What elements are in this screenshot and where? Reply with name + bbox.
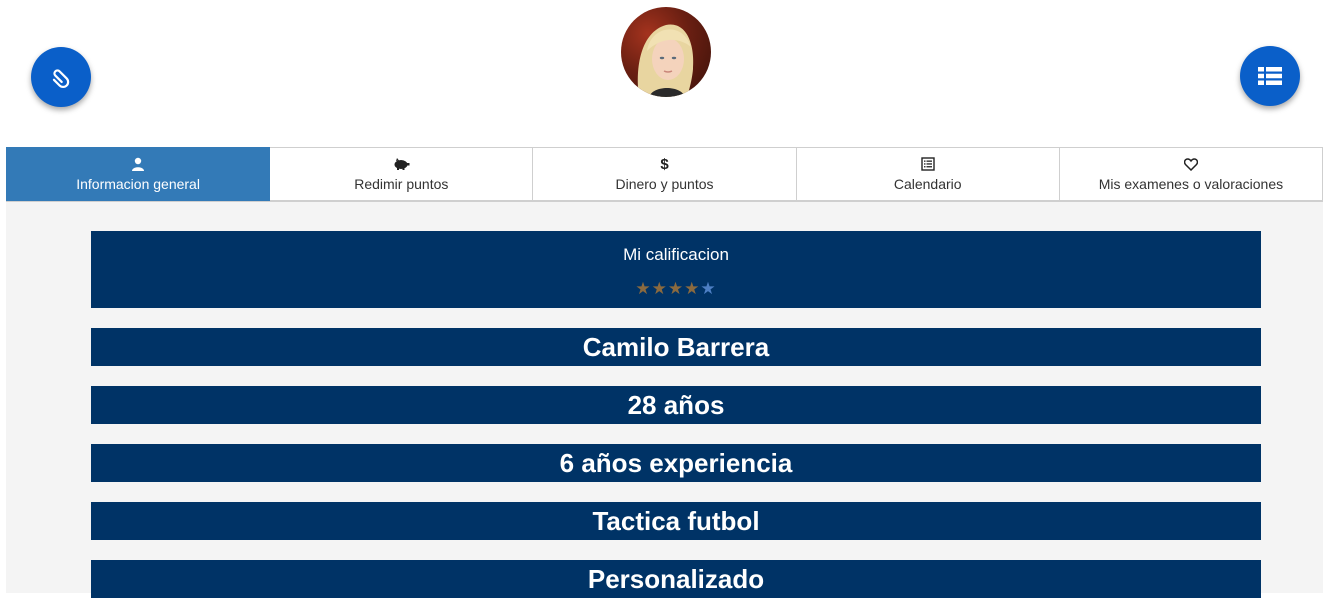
menu-list-button[interactable] xyxy=(1240,46,1300,106)
user-icon xyxy=(131,156,145,172)
list-icon xyxy=(1258,67,1282,85)
tab-label: Dinero y puntos xyxy=(615,176,714,192)
general-info-panel: Mi calificacion ★★★★★ Camilo Barrera 28 … xyxy=(6,202,1323,598)
tab-informacion-general[interactable]: Informacion general xyxy=(6,147,271,201)
star-empty-icon: ★ xyxy=(700,279,717,298)
heart-icon xyxy=(1183,156,1198,172)
star-filled-icon: ★ xyxy=(667,279,685,298)
rating-card: Mi calificacion ★★★★★ xyxy=(91,231,1261,308)
paperclip-icon xyxy=(52,69,70,89)
attachment-button[interactable] xyxy=(31,47,91,107)
tab-calendario[interactable]: Calendario xyxy=(796,147,1060,201)
tab-label: Redimir puntos xyxy=(354,176,449,192)
profile-tabs: Informacion general Redimir puntos $ Din… xyxy=(6,147,1323,202)
star-rating: ★★★★★ xyxy=(91,279,1261,299)
list-alt-icon xyxy=(921,156,935,172)
piggy-bank-icon xyxy=(392,156,410,172)
tab-label: Mis examenes o valoraciones xyxy=(1098,176,1284,192)
training-type: Personalizado xyxy=(91,560,1261,598)
rating-title: Mi calificacion xyxy=(623,245,729,264)
trainer-experience: 6 años experiencia xyxy=(91,444,1261,482)
avatar xyxy=(621,7,711,97)
star-filled-icon: ★ xyxy=(635,279,652,298)
star-filled-icon: ★ xyxy=(684,279,701,298)
trainer-age: 28 años xyxy=(91,386,1261,424)
trainer-specialty: Tactica futbol xyxy=(91,502,1261,540)
star-filled-icon: ★ xyxy=(651,279,668,298)
tab-mis-examenes[interactable]: Mis examenes o valoraciones xyxy=(1059,147,1323,201)
tab-label: Calendario xyxy=(893,176,962,192)
trainer-name: Camilo Barrera xyxy=(91,328,1261,366)
dollar-icon: $ xyxy=(660,155,669,173)
tab-dinero-y-puntos[interactable]: $ Dinero y puntos xyxy=(533,147,797,201)
tab-redimir-puntos[interactable]: Redimir puntos xyxy=(270,147,534,201)
tab-label: Informacion general xyxy=(76,176,200,192)
